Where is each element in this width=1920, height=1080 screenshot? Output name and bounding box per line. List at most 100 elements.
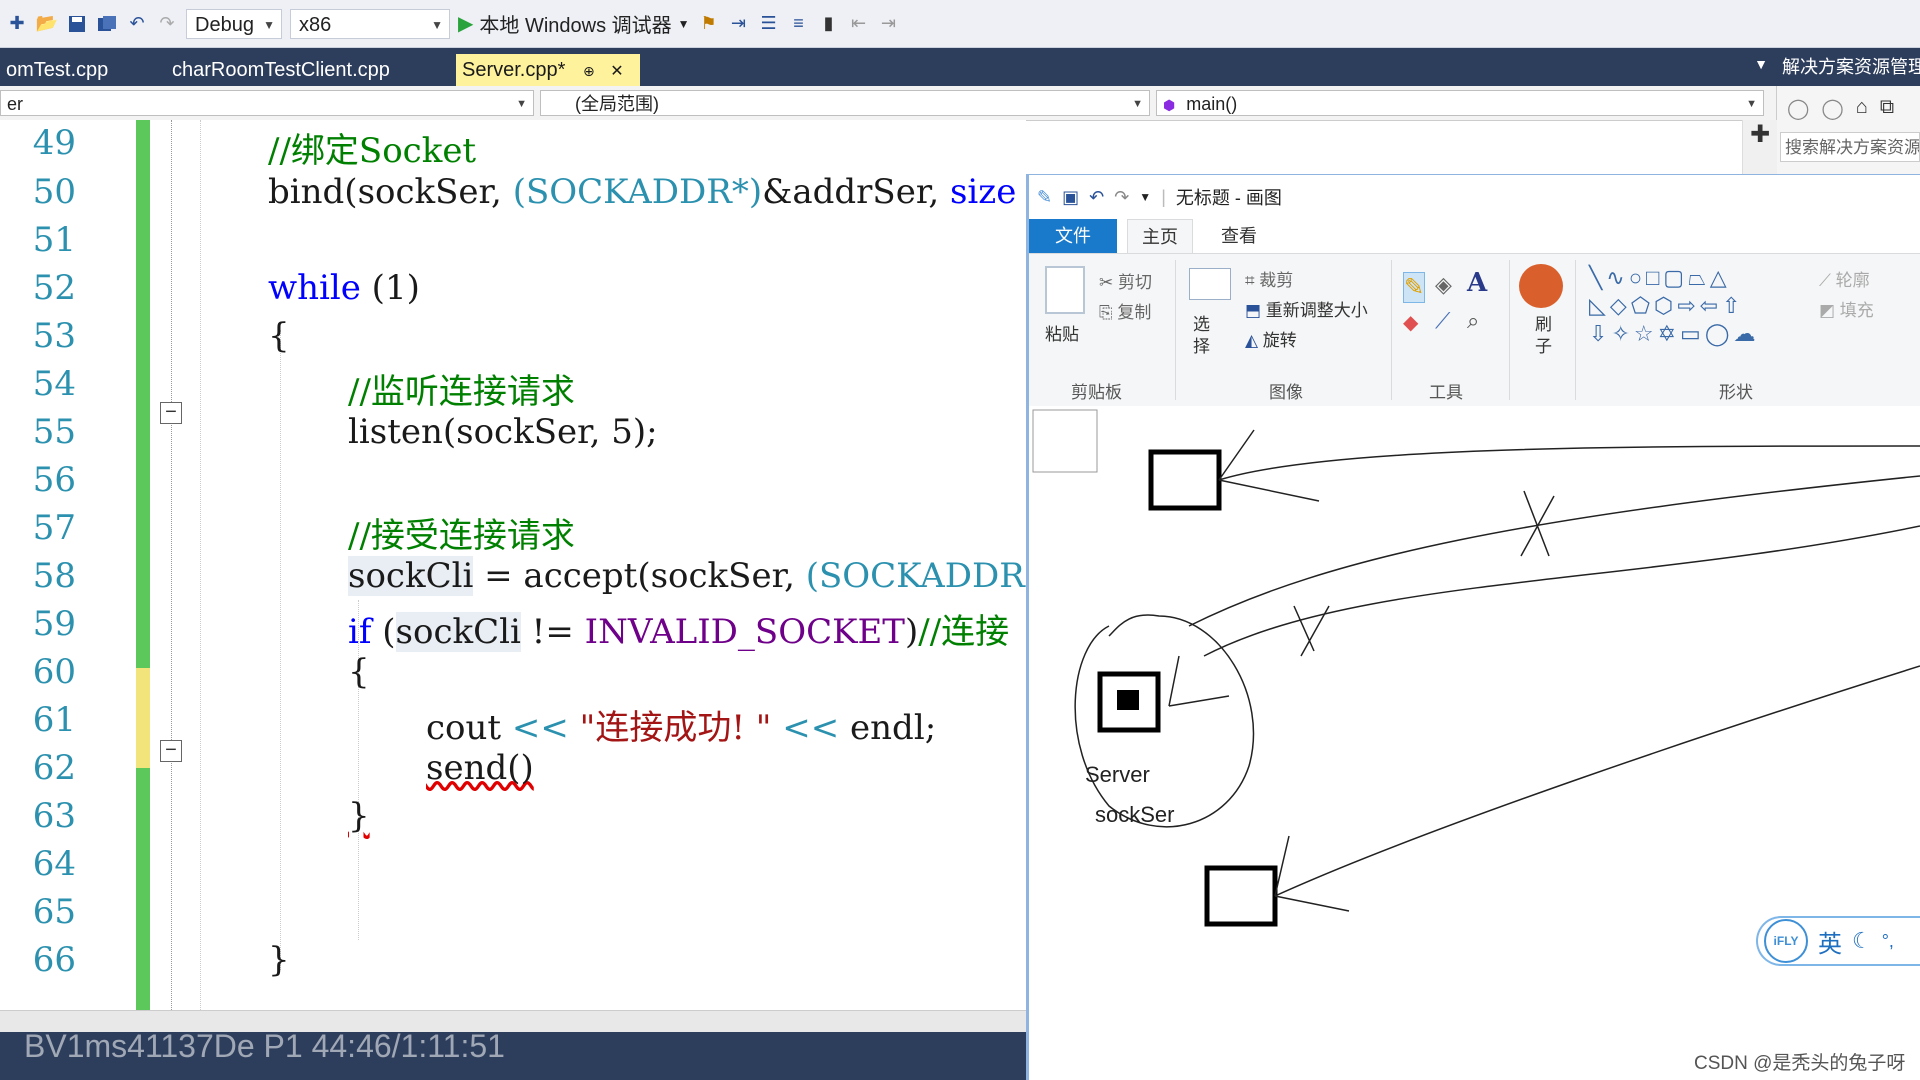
- tab-omtest[interactable]: omTest.cpp: [0, 54, 114, 86]
- line-number: 53: [32, 316, 76, 356]
- platform-dropdown[interactable]: x86 ▼: [290, 8, 450, 39]
- save-icon[interactable]: [66, 13, 88, 35]
- chevron-down-icon: ▼: [1746, 98, 1757, 110]
- fill-label: 填充: [1839, 301, 1874, 320]
- start-debug-button[interactable]: ▶ 本地 Windows 调试器 ▼: [458, 9, 690, 38]
- paint-canvas[interactable]: Server sockSer: [1029, 406, 1920, 1080]
- save-icon[interactable]: ▣: [1062, 187, 1079, 208]
- editor-split-button[interactable]: ✚: [1742, 120, 1777, 176]
- function-icon: ⬢: [1163, 97, 1176, 113]
- tab-overflow-icon[interactable]: ▼: [1754, 56, 1768, 72]
- fill-button[interactable]: ◩ 填充: [1819, 296, 1874, 321]
- copy-button[interactable]: ⎘ 复制: [1099, 298, 1151, 323]
- crop-button[interactable]: ⌗ 裁剪: [1245, 266, 1293, 291]
- code-line-57: //接受连接请求: [348, 516, 575, 556]
- resize-button[interactable]: ⬒ 重新调整大小: [1245, 296, 1368, 321]
- line-shape-icon[interactable]: ╲: [1589, 265, 1606, 290]
- bookmark-icon[interactable]: ▮: [818, 13, 840, 35]
- brush-button[interactable]: 刷子: [1535, 314, 1555, 358]
- rotate-button[interactable]: ◭ 旋转: [1245, 326, 1297, 351]
- triangle-icon[interactable]: △: [1710, 265, 1731, 290]
- pin-icon[interactable]: ⊕: [583, 63, 595, 79]
- callout-cloud-icon[interactable]: ☁: [1733, 321, 1759, 346]
- pencil-icon[interactable]: ✎: [1403, 272, 1426, 303]
- forward-icon[interactable]: ◯: [1821, 96, 1843, 121]
- line-number: 56: [32, 460, 76, 500]
- outline-button[interactable]: ⟋ 轮廓: [1819, 266, 1870, 291]
- hexagon-icon[interactable]: ⬡: [1654, 293, 1677, 318]
- bookmark-prev-icon[interactable]: ⇤: [848, 13, 870, 35]
- comment-icon[interactable]: ≡: [788, 13, 810, 35]
- shapes-gallery[interactable]: ╲∿○□▢⏢△ ◺◇⬠⬡⇨⇦⇧ ⇩✧☆✡▭◯☁: [1589, 264, 1803, 348]
- code-line-49: //绑定Socket: [268, 131, 477, 171]
- line-number: 59: [32, 604, 76, 644]
- star6-icon[interactable]: ✡: [1658, 321, 1680, 346]
- redo-icon[interactable]: ↷: [1114, 187, 1129, 208]
- open-folder-icon[interactable]: 📂: [36, 13, 58, 35]
- arrow-right-icon[interactable]: ⇨: [1677, 293, 1699, 318]
- solution-search-input[interactable]: 搜索解决方案资源: [1780, 132, 1920, 162]
- punctuation-icon[interactable]: °,: [1882, 931, 1894, 952]
- back-icon[interactable]: ◯: [1787, 96, 1809, 121]
- close-icon[interactable]: ✕: [610, 63, 623, 80]
- paint-titlebar: ✎ ▣ ↶ ↷ ▼ | 无标题 - 画图: [1029, 175, 1920, 219]
- arrow-up-icon[interactable]: ⇧: [1722, 293, 1744, 318]
- undo-icon[interactable]: ↶: [1089, 187, 1104, 208]
- chevron-down-icon: ▼: [677, 16, 690, 31]
- select-button[interactable]: 选择: [1193, 314, 1217, 358]
- rounded-rect-icon[interactable]: ▢: [1663, 265, 1688, 290]
- star5-icon[interactable]: ☆: [1634, 321, 1658, 346]
- curve-shape-icon[interactable]: ∿: [1606, 265, 1628, 290]
- paste-button[interactable]: 粘贴: [1045, 320, 1079, 345]
- oval-shape-icon[interactable]: ○: [1629, 265, 1646, 290]
- code-editor[interactable]: − − 49 50 51 52 53 54 55 56 57 58 59 60 …: [0, 120, 1026, 1010]
- ime-toolbar[interactable]: iFLY 英 ☾ °,: [1756, 916, 1920, 966]
- copy-label: 复制: [1117, 303, 1152, 322]
- star4-icon[interactable]: ✧: [1611, 321, 1633, 346]
- redo-icon[interactable]: ↷: [156, 13, 178, 35]
- eraser-icon[interactable]: ◆: [1403, 310, 1418, 335]
- tab-server[interactable]: Server.cpp* ⊕ ✕: [456, 54, 640, 86]
- line-number: 50: [32, 172, 76, 212]
- cut-button[interactable]: ✂ 剪切: [1099, 268, 1152, 293]
- chevron-down-icon[interactable]: ▼: [1139, 190, 1151, 204]
- step-icon[interactable]: ⇥: [728, 13, 750, 35]
- ime-language[interactable]: 英: [1818, 924, 1842, 959]
- rect-shape-icon[interactable]: □: [1646, 265, 1663, 290]
- polygon-icon[interactable]: ⏢: [1688, 265, 1710, 290]
- diamond-icon[interactable]: ◇: [1610, 293, 1631, 318]
- fill-bucket-icon[interactable]: ◈: [1435, 272, 1452, 298]
- fold-toggle-while[interactable]: −: [160, 402, 182, 424]
- right-triangle-icon[interactable]: ◺: [1589, 293, 1610, 318]
- sync-icon[interactable]: ⧉: [1880, 96, 1894, 121]
- bookmark-next-icon[interactable]: ⇥: [878, 13, 900, 35]
- member-dropdown[interactable]: ⬢ main() ▼: [1156, 90, 1764, 116]
- scope-dropdown[interactable]: (全局范围) ▼: [540, 90, 1150, 116]
- line-number: 63: [32, 796, 76, 836]
- group-divider: [1509, 260, 1510, 400]
- callout-oval-icon[interactable]: ◯: [1705, 321, 1734, 346]
- project-dropdown[interactable]: er ▼: [0, 90, 534, 116]
- save-all-icon[interactable]: [96, 13, 118, 35]
- tab-charroomtestclient[interactable]: charRoomTestClient.cpp: [166, 54, 396, 86]
- tab-home[interactable]: 主页: [1127, 219, 1193, 254]
- indent-icon[interactable]: ☰: [758, 13, 780, 35]
- find-icon[interactable]: ⚑: [698, 13, 720, 35]
- tab-view[interactable]: 查看: [1207, 219, 1271, 253]
- undo-icon[interactable]: ↶: [126, 13, 148, 35]
- tab-file[interactable]: 文件: [1029, 219, 1117, 253]
- new-project-icon[interactable]: ✚: [6, 13, 28, 35]
- moon-icon[interactable]: ☾: [1852, 928, 1872, 954]
- code-line-66: }: [268, 940, 290, 980]
- config-dropdown[interactable]: Debug ▼: [186, 8, 282, 39]
- arrow-left-icon[interactable]: ⇦: [1700, 293, 1722, 318]
- text-tool-icon[interactable]: A: [1467, 268, 1487, 298]
- home-icon[interactable]: ⌂: [1856, 96, 1868, 121]
- pentagon-icon[interactable]: ⬠: [1631, 293, 1654, 318]
- color-picker-icon[interactable]: ⟋: [1435, 308, 1450, 334]
- magnifier-icon[interactable]: ⌕: [1467, 308, 1479, 334]
- fold-toggle-if[interactable]: −: [160, 740, 182, 762]
- arrow-down-icon[interactable]: ⇩: [1589, 321, 1611, 346]
- callout-rect-icon[interactable]: ▭: [1680, 321, 1705, 346]
- line-number: 52: [32, 268, 76, 308]
